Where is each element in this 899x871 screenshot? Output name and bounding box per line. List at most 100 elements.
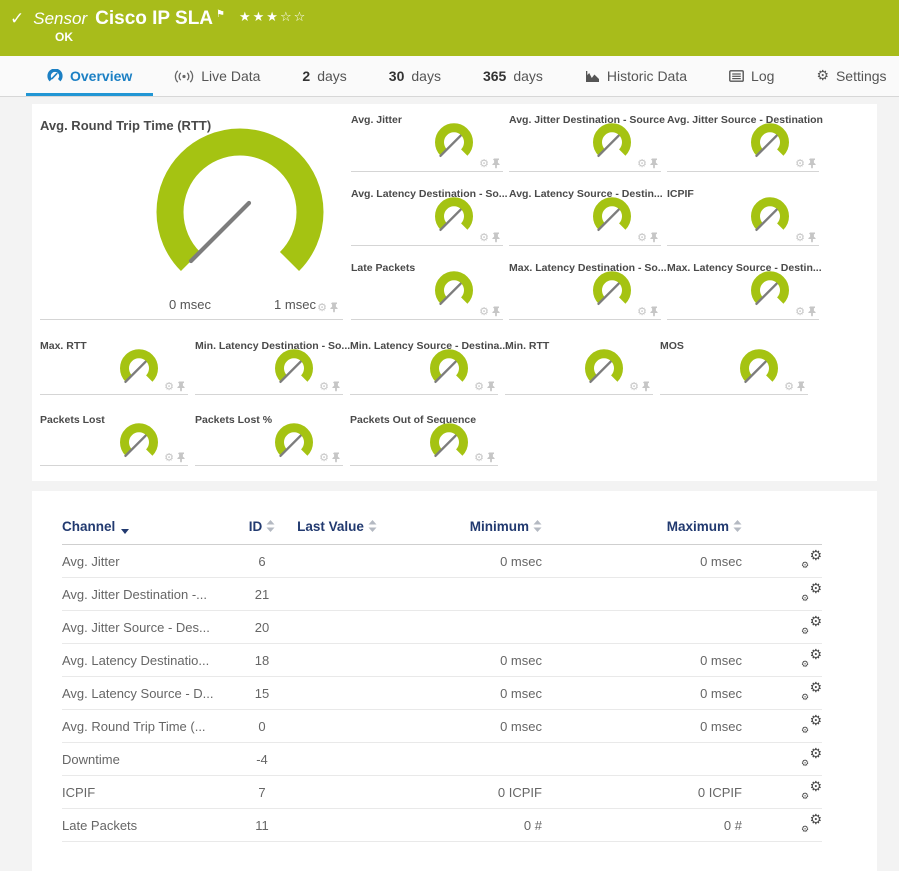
gauge-arc xyxy=(435,354,464,379)
pin-icon[interactable] xyxy=(487,381,496,392)
table-row: Avg. Latency Source - D... 15 0 msec 0 m… xyxy=(62,677,822,710)
gauge-title: Late Packets xyxy=(351,260,503,274)
channel-settings-gears-icon[interactable]: ⚙⚙ xyxy=(801,551,822,569)
gear-icon[interactable]: ⚙ xyxy=(319,451,329,464)
pin-icon[interactable] xyxy=(808,232,817,243)
gauge-arc xyxy=(280,428,309,453)
stars-empty[interactable]: ☆☆ xyxy=(280,10,307,25)
gear-icon[interactable]: ⚙ xyxy=(784,380,794,393)
priority-flag-icon[interactable]: ⚑ xyxy=(216,9,225,20)
gear-icon[interactable]: ⚙ xyxy=(637,231,647,244)
pin-icon[interactable] xyxy=(650,306,659,317)
tab-2-days-word: days xyxy=(317,68,347,84)
gauge-widget xyxy=(114,421,164,461)
pin-icon[interactable] xyxy=(492,232,501,243)
pin-icon[interactable] xyxy=(177,452,186,463)
gauge-arc xyxy=(756,276,785,301)
col-header-last-value[interactable]: Last Value xyxy=(292,519,382,545)
cell-maximum xyxy=(542,743,742,776)
tab-overview[interactable]: Overview xyxy=(26,56,153,96)
cell-last-value xyxy=(292,809,382,842)
gauge-arc xyxy=(435,428,464,453)
col-header-maximum[interactable]: Maximum xyxy=(542,519,742,545)
channel-settings-gears-icon[interactable]: ⚙⚙ xyxy=(801,683,822,701)
channel-settings-gears-icon[interactable]: ⚙⚙ xyxy=(801,617,822,635)
channel-settings-gears-icon[interactable]: ⚙⚙ xyxy=(801,584,822,602)
cell-minimum: 0 # xyxy=(382,809,542,842)
gauge-min-label: 0 msec xyxy=(150,297,230,312)
pin-icon[interactable] xyxy=(487,452,496,463)
cell-last-value xyxy=(292,743,382,776)
pin-icon[interactable] xyxy=(330,302,339,313)
gauge-widget xyxy=(269,347,319,387)
tab-log[interactable]: Log xyxy=(708,56,795,96)
pin-icon[interactable] xyxy=(177,381,186,392)
pin-icon[interactable] xyxy=(492,306,501,317)
cell-id: 6 xyxy=(232,545,292,578)
gauge-arc xyxy=(440,276,469,301)
channel-settings-gears-icon[interactable]: ⚙⚙ xyxy=(801,716,822,734)
cell-last-value xyxy=(292,776,382,809)
gear-icon[interactable]: ⚙ xyxy=(164,451,174,464)
tab-2-days-number: 2 xyxy=(302,68,310,84)
gear-icon[interactable]: ⚙ xyxy=(479,231,489,244)
tab-log-label: Log xyxy=(751,68,774,84)
pin-icon[interactable] xyxy=(650,158,659,169)
tab-30-days[interactable]: 30 days xyxy=(368,56,462,96)
gauge-arc xyxy=(170,142,310,261)
tab-2-days[interactable]: 2 days xyxy=(281,56,367,96)
channels-table: Channel ID Last Value Minimum Maximum Av… xyxy=(62,519,822,842)
pin-icon[interactable] xyxy=(808,158,817,169)
channel-settings-gears-icon[interactable]: ⚙⚙ xyxy=(801,749,822,767)
gear-icon[interactable]: ⚙ xyxy=(479,305,489,318)
pin-icon[interactable] xyxy=(650,232,659,243)
pin-icon[interactable] xyxy=(332,452,341,463)
tab-30-days-word: days xyxy=(411,68,441,84)
gear-icon[interactable]: ⚙ xyxy=(795,305,805,318)
table-row: Downtime -4 ⚙⚙ xyxy=(62,743,822,776)
col-header-id[interactable]: ID xyxy=(232,519,292,545)
tab-historic-data[interactable]: Historic Data xyxy=(564,56,708,96)
gear-icon[interactable]: ⚙ xyxy=(479,157,489,170)
gauge-arc xyxy=(598,128,627,153)
tab-settings[interactable]: ⚙ Settings xyxy=(795,56,899,96)
cell-channel: Avg. Jitter xyxy=(62,545,232,578)
gear-icon[interactable]: ⚙ xyxy=(629,380,639,393)
gear-icon[interactable]: ⚙ xyxy=(474,380,484,393)
pin-icon[interactable] xyxy=(797,381,806,392)
gear-icon[interactable]: ⚙ xyxy=(164,380,174,393)
col-header-channel[interactable]: Channel xyxy=(62,519,232,545)
cell-last-value xyxy=(292,644,382,677)
channel-settings-gears-icon[interactable]: ⚙⚙ xyxy=(801,650,822,668)
col-header-minimum[interactable]: Minimum xyxy=(382,519,542,545)
gear-icon[interactable]: ⚙ xyxy=(637,305,647,318)
sort-toggle-icon xyxy=(733,519,742,534)
gear-icon[interactable]: ⚙ xyxy=(317,301,327,314)
gauge-widget xyxy=(587,269,637,309)
gauge-panel: ICPIF ⚙ xyxy=(667,186,819,246)
gauge-panel: Avg. Jitter Source - Destination ⚙ xyxy=(667,112,819,172)
cell-last-value xyxy=(292,677,382,710)
gear-icon[interactable]: ⚙ xyxy=(795,157,805,170)
pin-icon[interactable] xyxy=(332,381,341,392)
pin-icon[interactable] xyxy=(642,381,651,392)
gauge-panel: Max. Latency Source - Destin... ⚙ xyxy=(667,260,819,320)
tab-live-data[interactable]: Live Data xyxy=(153,56,281,96)
gear-icon[interactable]: ⚙ xyxy=(795,231,805,244)
gear-icon[interactable]: ⚙ xyxy=(637,157,647,170)
pin-icon[interactable] xyxy=(492,158,501,169)
tab-365-days[interactable]: 365 days xyxy=(462,56,564,96)
cell-id: 21 xyxy=(232,578,292,611)
settings-gear-icon: ⚙ xyxy=(816,68,829,84)
col-header-maximum-label: Maximum xyxy=(667,519,729,534)
pin-icon[interactable] xyxy=(808,306,817,317)
priority-stars[interactable]: ★★★☆☆ xyxy=(239,10,307,25)
gauge-panel: Avg. Latency Source - Destin... ⚙ xyxy=(509,186,661,246)
cell-minimum xyxy=(382,578,542,611)
channel-settings-gears-icon[interactable]: ⚙⚙ xyxy=(801,815,822,833)
gear-icon[interactable]: ⚙ xyxy=(474,451,484,464)
stars-filled[interactable]: ★★★ xyxy=(239,10,280,25)
gear-icon[interactable]: ⚙ xyxy=(319,380,329,393)
sort-toggle-icon xyxy=(368,519,377,534)
channel-settings-gears-icon[interactable]: ⚙⚙ xyxy=(801,782,822,800)
